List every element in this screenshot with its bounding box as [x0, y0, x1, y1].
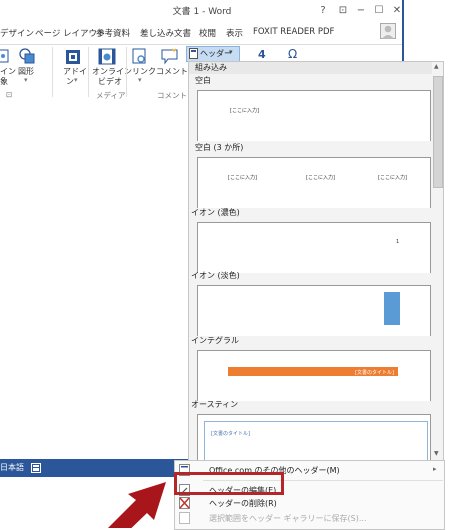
header-gallery: 組み込み 空白 [ここに入力] 空白 (3 か所) [ここに入力] [ここに入力…	[188, 61, 434, 461]
group-separator	[52, 47, 53, 97]
header-menu: Office.com のその他のヘッダー(M) ▸ ヘッダーの編集(E) ヘッダ…	[174, 460, 445, 530]
template-ion-dark[interactable]: 1	[197, 222, 431, 273]
template-placeholder: [ここに入力]	[228, 175, 257, 181]
menu-item-label: ヘッダーの削除(R)	[209, 499, 277, 508]
tab-page-layout[interactable]: ページ レイアウト	[35, 27, 106, 39]
header-button-label: ヘッダー	[200, 49, 232, 58]
group-comment-label: コメント	[157, 91, 187, 100]
link-dropdown-icon[interactable]: ▾	[138, 76, 142, 84]
group-separator	[88, 47, 89, 97]
ion-color-block	[384, 292, 400, 325]
ribbon-tabs: デザイン ページ レイアウト 参考資料 差し込み文書 校閲 表示 FOXIT R…	[0, 22, 404, 44]
template-label: イオン (濃色)	[191, 208, 240, 217]
link-icon[interactable]	[132, 48, 148, 65]
austin-frame: [文書のタイトル]	[204, 421, 428, 460]
group-media-label: メディア	[96, 91, 126, 100]
template-placeholder: [文書のタイトル]	[355, 370, 394, 376]
symbol-icon[interactable]: Ω	[288, 47, 297, 61]
template-placeholder: [文書のタイトル]	[211, 431, 250, 437]
tab-references[interactable]: 参考資料	[96, 27, 130, 39]
template-label: イオン (淡色)	[191, 271, 240, 280]
group-dialog-launcher[interactable]: ⊡	[6, 90, 12, 99]
link-label[interactable]: リンク	[132, 66, 156, 77]
tab-mailings[interactable]: 差し込み文書	[140, 27, 191, 39]
remove-header-icon	[179, 497, 190, 509]
comment-label[interactable]: コメント	[156, 66, 188, 77]
template-placeholder: [ここに入力]	[306, 175, 335, 181]
pointer-arrow-icon	[108, 482, 166, 528]
scroll-up-icon[interactable]: ▲	[434, 63, 439, 70]
template-label: 空白	[195, 76, 211, 85]
maximize-button[interactable]: ☐	[370, 2, 388, 20]
save-to-gallery-icon	[179, 512, 190, 524]
gallery-section-builtin: 組み込み	[189, 62, 433, 74]
tab-foxit-reader-pdf[interactable]: FOXIT READER PDF	[253, 27, 334, 37]
tab-view[interactable]: 表示	[226, 27, 243, 39]
add-ins-dropdown-icon[interactable]: ▾	[74, 76, 78, 84]
header-button[interactable]: ヘッダー ▾	[186, 46, 240, 62]
shapes-dropdown-icon[interactable]: ▾	[24, 76, 28, 84]
online-picture-icon[interactable]	[0, 49, 10, 63]
status-language[interactable]: 日本語	[0, 462, 24, 473]
online-video-label-2[interactable]: ビデオ	[98, 76, 122, 87]
template-placeholder: 1	[396, 239, 400, 245]
comment-icon[interactable]	[161, 48, 178, 65]
ribbon-display-options-button[interactable]: ⊡	[334, 2, 352, 20]
template-austin[interactable]: [文書のタイトル]	[197, 414, 431, 460]
highlight-callout-box	[174, 472, 284, 495]
menu-item-label: 選択範囲をヘッダー ギャラリーに保存(S)...	[209, 514, 367, 523]
template-integral[interactable]: [文書のタイトル]	[197, 350, 431, 401]
template-blank-three-columns[interactable]: [ここに入力] [ここに入力] [ここに入力]	[197, 157, 431, 208]
menu-item-save-selection[interactable]: 選択範囲をヘッダー ギャラリーに保存(S)...	[175, 509, 444, 528]
add-ins-label-2[interactable]: ン	[66, 76, 74, 87]
group-separator	[126, 47, 127, 97]
minimize-button[interactable]: −	[352, 2, 370, 20]
scroll-thumb[interactable]	[433, 76, 443, 188]
template-ion-light[interactable]	[197, 285, 431, 336]
scroll-down-icon[interactable]: ▼	[434, 450, 439, 457]
tab-review[interactable]: 校閲	[199, 27, 216, 39]
shapes-icon[interactable]	[18, 47, 36, 65]
macro-record-icon[interactable]	[31, 463, 41, 473]
submenu-arrow-icon: ▸	[433, 465, 437, 473]
header-dropdown-icon: ▾	[229, 48, 233, 56]
template-label: 空白 (3 か所)	[195, 143, 244, 152]
tab-design[interactable]: デザイン	[0, 27, 34, 39]
gallery-scrollbar[interactable]: ▲ ▼	[432, 61, 444, 461]
partial-button-label-2: 象	[0, 77, 8, 86]
add-ins-icon[interactable]	[65, 49, 81, 65]
template-blank[interactable]: [ここに入力]	[197, 90, 431, 141]
user-avatar-icon[interactable]	[380, 23, 396, 39]
template-label: オースティン	[191, 400, 239, 409]
template-placeholder: [ここに入力]	[230, 108, 259, 114]
integral-title-bar: [文書のタイトル]	[228, 367, 398, 376]
template-placeholder: [ここに入力]	[378, 175, 407, 181]
equation-icon[interactable]: 4	[258, 48, 266, 61]
header-page-icon	[189, 48, 198, 59]
template-label: インテグラル	[191, 336, 239, 345]
online-video-icon[interactable]	[98, 48, 116, 65]
help-button[interactable]: ?	[314, 2, 332, 20]
title-bar: 文書 1 - Word ? ⊡ − ☐ ✕	[0, 0, 404, 22]
